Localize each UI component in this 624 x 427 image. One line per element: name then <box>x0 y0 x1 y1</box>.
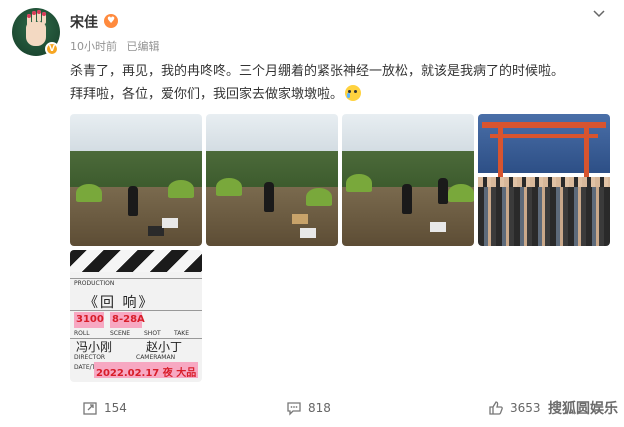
fan-level-icon[interactable]: ♥ <box>104 14 118 28</box>
repost-button[interactable]: 154 <box>82 400 127 416</box>
photo-thumbnail[interactable] <box>478 114 610 246</box>
username[interactable]: 宋佳 <box>70 12 98 32</box>
post-text-line: 拜拜啦，各位，爱你们，我回家去做家墩墩啦。 <box>70 83 610 106</box>
like-button[interactable]: 3653 <box>488 400 541 416</box>
photo-thumbnail[interactable] <box>70 114 202 246</box>
chevron-down-icon[interactable] <box>592 6 606 20</box>
post-text-line: 杀青了，再见，我的冉咚咚。三个月绷着的紧张神经一放松，就该是我病了的时候啦。 <box>70 64 565 79</box>
avatar-finger <box>32 11 36 23</box>
post-time[interactable]: 10小时前 <box>70 40 117 53</box>
photo-thumbnail-slate[interactable]: PRODUCTION 《回 响》 3100 8-28A ROLL SCENE S… <box>70 250 202 382</box>
verified-badge-icon: V <box>45 42 59 56</box>
like-count: 3653 <box>510 401 541 415</box>
repost-count: 154 <box>104 401 127 415</box>
edited-label[interactable]: 已编辑 <box>127 40 160 53</box>
comment-icon <box>287 402 301 416</box>
avatar-finger <box>27 14 31 26</box>
action-bar: 154 818 3653 <box>0 396 624 424</box>
post-meta: 10小时前 已编辑 <box>70 38 160 54</box>
crying-face-icon <box>345 85 362 101</box>
watermark: 搜狐圆娱乐 <box>548 401 618 417</box>
comment-button[interactable]: 818 <box>286 400 331 416</box>
avatar-finger <box>37 10 41 22</box>
avatar-finger <box>42 12 46 24</box>
repost-icon <box>83 402 97 415</box>
thumbs-up-icon <box>489 401 503 415</box>
photo-thumbnail[interactable] <box>342 114 474 246</box>
post-text: 杀青了，再见，我的冉咚咚。三个月绷着的紧张神经一放松，就该是我病了的时候啦。 拜… <box>70 60 610 106</box>
comment-count: 818 <box>308 401 331 415</box>
photo-thumbnail[interactable] <box>206 114 338 246</box>
